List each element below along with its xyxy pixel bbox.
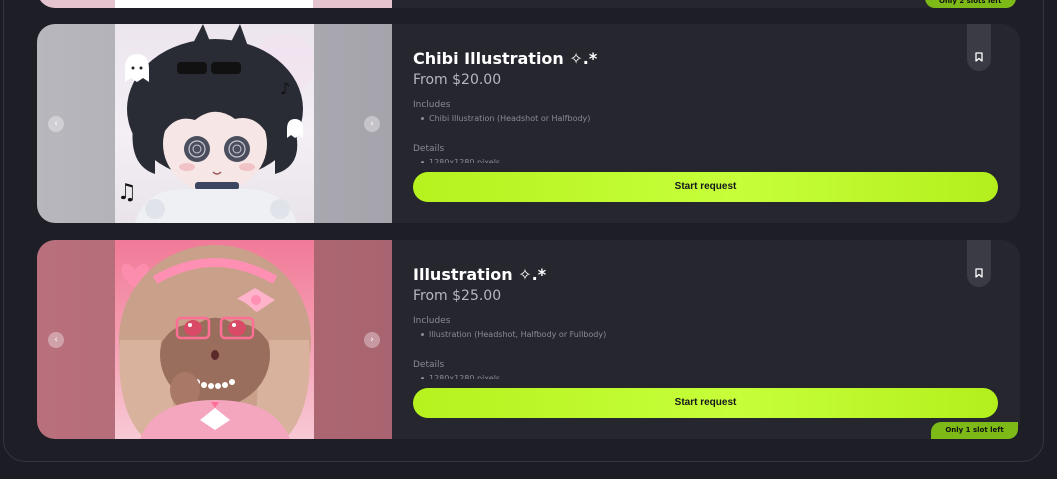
- commission-card-illustration: ‹ › Illustration ✧.* From $25.00 Include…: [37, 240, 1020, 439]
- carousel-next-button[interactable]: ›: [364, 332, 380, 348]
- card-image-carousel: ♫ ♪ ‹ ›: [37, 24, 392, 223]
- carousel-next-button[interactable]: ›: [364, 116, 380, 132]
- card-price: From $20.00: [413, 72, 502, 88]
- chibi-artwork-image: ♫ ♪: [115, 24, 314, 223]
- chibi-artwork-illustration: ♫ ♪: [117, 24, 314, 223]
- slots-left-badge: Only 2 slots left: [925, 0, 1016, 8]
- card-info: Illustration ✧.* From $25.00 Includes Il…: [413, 240, 1000, 439]
- card-title: Chibi Illustration ✧.*: [413, 49, 598, 68]
- illustration-artwork-image: [115, 240, 314, 439]
- details-item: 1280x1280 pixels: [421, 372, 500, 379]
- svg-text:♪: ♪: [280, 79, 290, 98]
- details-label: Details: [413, 144, 445, 154]
- includes-item: Illustration (Headshot, Halfbody or Full…: [421, 330, 606, 339]
- includes-label: Includes: [413, 100, 451, 110]
- bookmark-icon: [975, 268, 983, 278]
- previous-card-image: [37, 0, 392, 8]
- svg-text:♫: ♫: [117, 180, 137, 205]
- illustration-artwork-illustration: [119, 245, 311, 439]
- details-label: Details: [413, 360, 445, 370]
- carousel-prev-button[interactable]: ‹: [48, 116, 64, 132]
- card-image-carousel: ‹ ›: [37, 240, 392, 439]
- card-info: Chibi Illustration ✧.* From $20.00 Inclu…: [413, 24, 1000, 223]
- card-price: From $25.00: [413, 288, 502, 304]
- includes-label: Includes: [413, 316, 451, 326]
- includes-item: Chibi Illustration (Headshot or Halfbody…: [421, 114, 590, 123]
- bookmark-button[interactable]: [967, 24, 991, 71]
- commission-card-chibi: ♫ ♪ ‹ › Chibi Illustration ✧.* From $20.…: [37, 24, 1020, 223]
- slots-left-badge: Only 1 slot left: [931, 422, 1018, 439]
- start-request-button[interactable]: Start request: [413, 172, 998, 202]
- card-title: Illustration ✧.*: [413, 265, 547, 284]
- bookmark-icon: [975, 52, 983, 62]
- previous-commission-card: [37, 0, 1020, 8]
- details-item: 1280x1280 pixels: [421, 156, 500, 163]
- start-request-button[interactable]: Start request: [413, 388, 998, 418]
- carousel-prev-button[interactable]: ‹: [48, 332, 64, 348]
- bookmark-button[interactable]: [967, 240, 991, 287]
